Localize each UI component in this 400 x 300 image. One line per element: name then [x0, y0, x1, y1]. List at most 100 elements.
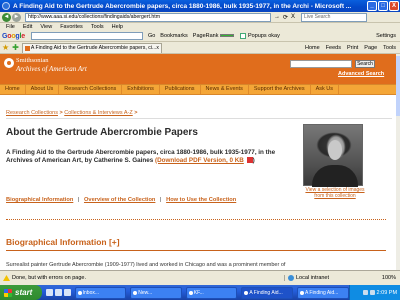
nav-about-us[interactable]: About Us	[26, 85, 60, 94]
address-buttons: → ⟳ X	[274, 14, 295, 21]
nav-exhibitions[interactable]: Exhibitions	[122, 85, 160, 94]
nav-publications[interactable]: Publications	[160, 85, 201, 94]
breadcrumb-separator: >	[59, 110, 63, 116]
breadcrumb-research-collections[interactable]: Research Collections	[6, 110, 58, 116]
link-how-to-use[interactable]: How to Use the Collection	[166, 197, 236, 203]
popup-blocker[interactable]: Popups okay	[240, 33, 280, 39]
quick-launch-media-icon[interactable]	[63, 289, 71, 296]
breadcrumb-separator: >	[134, 110, 138, 116]
breadcrumb: Research Collections > Collections & Int…	[6, 110, 137, 116]
link-biographical-info[interactable]: Biographical Information	[6, 197, 73, 203]
breadcrumb-collections-az[interactable]: Collections & Interviews A-Z	[64, 110, 132, 116]
site-header: Smithsonian Archives of American Art Sea…	[0, 54, 396, 84]
bio-heading[interactable]: Biographical Information [+]	[6, 237, 120, 247]
tab-title: A Finding Aid to the Gertrude Abercrombi…	[30, 44, 157, 51]
pdf-link-close: )	[252, 156, 255, 164]
tab-close-button[interactable]: x	[156, 44, 159, 53]
nav-home[interactable]: Home	[0, 85, 26, 94]
browser-tab[interactable]: A Finding Aid to the Gertrude Abercrombi…	[21, 42, 162, 53]
page-menu-button[interactable]: Page	[364, 45, 377, 51]
print-button[interactable]: Print	[347, 45, 358, 51]
taskbar-item[interactable]: New...	[130, 286, 182, 299]
clock[interactable]: 2:09 PM	[377, 290, 397, 296]
taskbar-item[interactable]: A Finding Aid...	[296, 286, 349, 299]
window-title-bar: A Finding Aid to the Gertrude Abercrombi…	[0, 0, 400, 12]
brand-line2: Archives of American Art	[16, 65, 87, 73]
nav-support[interactable]: Support the Archives	[249, 85, 311, 94]
scrollbar-thumb[interactable]	[396, 56, 400, 116]
portrait-shoulders	[312, 165, 358, 187]
live-search-input[interactable]: Live Search	[301, 12, 368, 22]
go-button[interactable]: →	[274, 14, 280, 21]
ie-icon	[2, 2, 10, 10]
smithsonian-sun-icon	[4, 58, 14, 68]
menu-tools[interactable]: Tools	[91, 23, 104, 31]
finding-aid-subtitle: A Finding Aid to the Gertrude Abercrombi…	[6, 149, 296, 164]
menu-file[interactable]: File	[6, 23, 15, 31]
pagerank-bar	[220, 34, 235, 38]
warning-icon	[3, 275, 10, 281]
nav-research-collections[interactable]: Research Collections	[59, 85, 123, 94]
page-title: About the Gertrude Abercrombie Papers	[6, 127, 198, 138]
advanced-search-link[interactable]: Advanced Search	[338, 71, 384, 77]
address-input[interactable]: http://www.aaa.si.edu/collections/findin…	[25, 12, 271, 22]
google-logo: Google	[2, 32, 25, 40]
link-separator: |	[77, 197, 80, 203]
photo-caption-link[interactable]: View a selection of images from this col…	[303, 187, 367, 199]
tray-volume-icon[interactable]	[369, 290, 375, 295]
site-logo[interactable]: Smithsonian Archives of American Art	[16, 57, 87, 73]
minimize-button[interactable]: _	[367, 1, 377, 11]
bio-text: Surrealist painter Gertrude Abercrombie …	[6, 262, 286, 268]
quick-launch-ie-icon[interactable]	[45, 289, 53, 296]
start-button[interactable]: start	[0, 285, 42, 300]
abercrombie-portrait-image[interactable]	[303, 124, 363, 187]
menu-help[interactable]: Help	[112, 23, 123, 31]
menu-bar: File Edit View Favorites Tools Help	[0, 23, 400, 31]
menu-edit[interactable]: Edit	[23, 23, 32, 31]
maximize-button[interactable]: □	[378, 1, 388, 11]
google-toolbar: Google Go Bookmarks PageRank Popups okay…	[0, 31, 400, 42]
address-row: ◄ ► http://www.aaa.si.edu/collections/fi…	[0, 12, 400, 23]
tools-menu-button[interactable]: Tools	[383, 45, 396, 51]
stop-button[interactable]: X	[291, 14, 295, 21]
google-search-input[interactable]	[30, 32, 143, 40]
taskbar-item-active[interactable]: A Finding Aid...	[241, 286, 293, 299]
feeds-button[interactable]: Feeds	[326, 45, 341, 51]
refresh-button[interactable]: ⟳	[283, 14, 288, 21]
taskbar-item[interactable]: Inbox...	[74, 286, 127, 299]
bio-divider	[6, 250, 386, 251]
section-links: Biographical Information | Overview of t…	[6, 197, 236, 203]
favorites-star-icon[interactable]: ★	[2, 43, 9, 52]
google-go-button[interactable]: Go	[148, 33, 155, 39]
close-button[interactable]: X	[389, 1, 399, 11]
zone-label: Local intranet	[296, 275, 330, 281]
back-button[interactable]: ◄	[2, 12, 11, 22]
add-favorites-icon[interactable]: ✚	[12, 43, 19, 52]
popups-label: Popups okay	[248, 33, 280, 39]
vertical-scrollbar[interactable]	[396, 54, 400, 270]
start-label: start	[15, 288, 33, 297]
forward-button[interactable]: ►	[12, 12, 21, 22]
globe-icon	[288, 275, 294, 281]
windows-flag-icon	[4, 288, 12, 297]
status-message[interactable]: Done, but with errors on page.	[0, 275, 280, 281]
dotted-divider	[6, 219, 386, 220]
menu-favorites[interactable]: Favorites	[60, 23, 83, 31]
taskbar-item[interactable]: KF...	[185, 286, 238, 299]
site-nav: Home About Us Research Collections Exhib…	[0, 84, 396, 95]
tray-network-icon[interactable]	[362, 290, 368, 295]
nav-ask-us[interactable]: Ask Us	[311, 85, 340, 94]
tab-row: ★ ✚ A Finding Aid to the Gertrude Abercr…	[0, 42, 400, 54]
menu-view[interactable]: View	[40, 23, 52, 31]
site-search-input[interactable]	[290, 60, 352, 68]
site-favicon-icon	[24, 45, 30, 51]
download-pdf-link[interactable]: (Download PDF Version, 0 KB	[155, 157, 244, 164]
site-search-button[interactable]: Search	[355, 60, 375, 68]
nav-news-events[interactable]: News & Events	[201, 85, 249, 94]
home-button[interactable]: Home	[305, 45, 320, 51]
settings-button[interactable]: Settings	[376, 33, 400, 39]
link-overview[interactable]: Overview of the Collection	[84, 197, 155, 203]
zoom-level[interactable]: 100%	[382, 275, 400, 281]
bookmarks-button[interactable]: Bookmarks	[160, 33, 188, 39]
quick-launch-desktop-icon[interactable]	[54, 289, 62, 296]
